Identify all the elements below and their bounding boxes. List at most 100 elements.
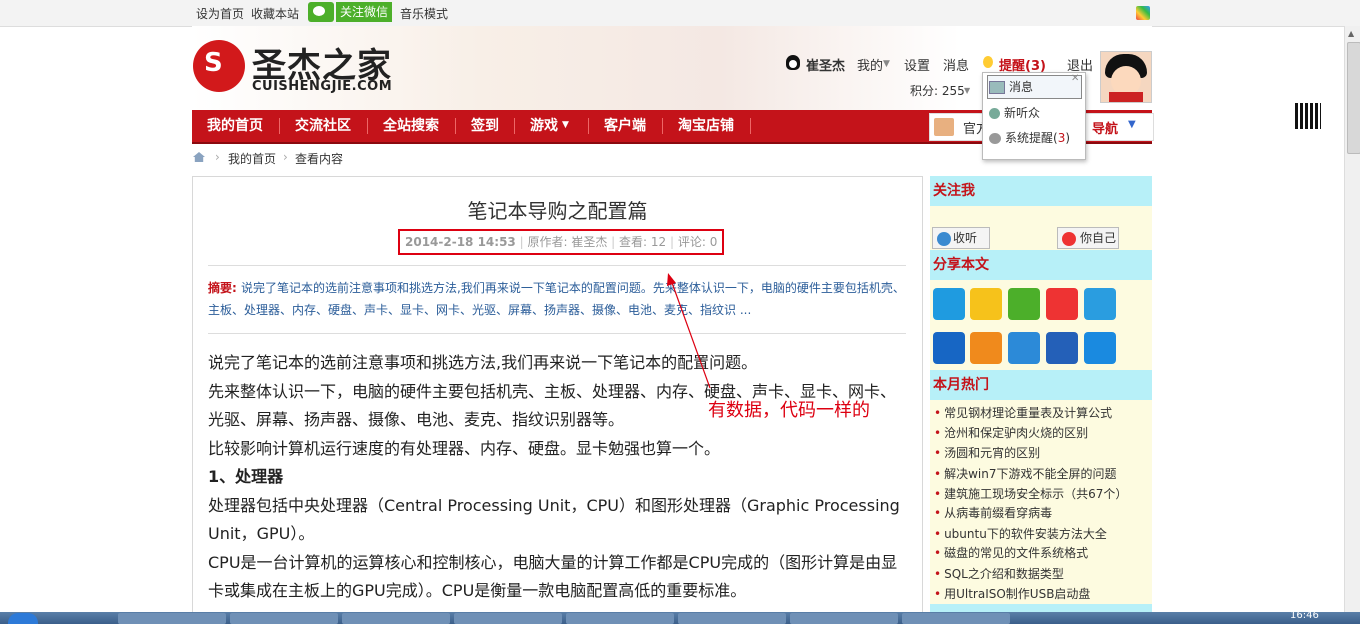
chevron-down-icon: ▼ — [562, 120, 569, 130]
tencent-weibo-share-icon[interactable] — [1084, 288, 1116, 320]
logo-text-en: CUISHENGJIE.COM — [252, 79, 393, 94]
avatar[interactable] — [1100, 51, 1152, 103]
breadcrumb-home[interactable]: 我的首页 — [228, 150, 276, 168]
reminders-popup: ✕ 消息 新听众 系统提醒(3) — [982, 72, 1086, 160]
article-views: 查看: 12 — [619, 235, 667, 249]
navigation-label: 导航 — [1092, 122, 1119, 137]
sidebar: 关注我 收听 你自己 分享本文 本月热门 常见钢材理论重量表及计算公式 沧州和保… — [930, 176, 1152, 612]
article-date: 2014-2-18 14:53 — [405, 235, 516, 249]
listen-button[interactable]: 收听 — [932, 227, 990, 249]
section-heading: 1、处理器 — [208, 467, 284, 486]
wechat-share-icon[interactable] — [1008, 288, 1040, 320]
weibo-follow-button[interactable]: 你自己 — [1057, 227, 1119, 249]
chevron-down-icon: ▼ — [964, 86, 971, 95]
chevron-down-icon: ▼ — [883, 59, 890, 69]
chevron-down-icon: ▼ — [1128, 119, 1136, 130]
summary-text: 说完了笔记本的选前注意事项和挑选方法,我们再来说一下笔记本的配置问题。先来整体认… — [208, 281, 905, 317]
hot-item[interactable]: 沧州和保定驴肉火烧的区别 — [934, 424, 1088, 441]
nav-client[interactable]: 客户端 — [604, 110, 646, 142]
qr-code-icon — [1295, 103, 1321, 129]
start-button[interactable] — [8, 613, 38, 624]
qq-share-icon[interactable] — [933, 288, 965, 320]
taskbar-app[interactable] — [566, 613, 674, 624]
popup-item-messages[interactable]: 消息 — [989, 78, 1033, 95]
breadcrumb-current: 查看内容 — [295, 152, 344, 166]
article-author[interactable]: 原作者: 崔圣杰 — [527, 235, 607, 249]
top-bar: 设为首页 收藏本站 关注微信 音乐模式 — [0, 0, 1360, 27]
more-share-icon[interactable] — [1084, 332, 1116, 364]
scrollbar-thumb[interactable] — [1347, 42, 1360, 154]
tencent-weibo-icon — [937, 231, 951, 246]
taskbar-app[interactable] — [790, 613, 898, 624]
hot-title: 本月热门 — [930, 370, 1152, 400]
hot-item[interactable]: 用UltraISO制作USB启动盘 — [934, 585, 1090, 602]
messages-link[interactable]: 消息 — [943, 55, 969, 74]
hot-item[interactable]: 从病毒前缀看穿病毒 — [934, 504, 1052, 521]
taskbar-app[interactable] — [902, 613, 1010, 624]
nav-home[interactable]: 我的首页 — [207, 110, 263, 142]
points-display[interactable]: 积分: 255 — [910, 82, 965, 99]
tieba-share-icon[interactable] — [1046, 332, 1078, 364]
nav-community[interactable]: 交流社区 — [295, 110, 351, 142]
share-title: 分享本文 — [930, 250, 1152, 280]
paragraph: 说完了笔记本的选前注意事项和挑选方法,我们再来说一下笔记本的配置问题。 — [208, 353, 758, 372]
settings-link[interactable]: 设置 — [904, 55, 930, 74]
follow-wechat-label: 关注微信 — [336, 2, 392, 22]
scrollbar[interactable]: ▲ — [1344, 26, 1360, 612]
article-meta: 2014-2-18 14:53 | 原作者: 崔圣杰 | 查看: 12 | 评论… — [405, 235, 718, 249]
taskbar-clock: 16:46 — [1290, 610, 1319, 621]
logo-mark[interactable]: S — [193, 40, 245, 92]
music-mode-link[interactable]: 音乐模式 — [400, 5, 448, 22]
paragraph: 比较影响计算机运行速度的有处理器、内存、硬盘。显卡勉强也算一个。 — [208, 438, 721, 458]
skin-icon[interactable] — [1136, 6, 1150, 20]
summary-label: 摘要 — [208, 281, 233, 295]
nav-search[interactable]: 全站搜索 — [383, 110, 439, 142]
taskbar-app[interactable] — [678, 613, 786, 624]
huiwan-share-icon[interactable] — [1008, 332, 1040, 364]
username-link[interactable]: 崔圣杰 — [806, 55, 845, 74]
nav-games[interactable]: 游戏 — [530, 110, 558, 142]
article-panel: 笔记本导购之配置篇 2014-2-18 14:53 | 原作者: 崔圣杰 | 查… — [192, 176, 923, 614]
article-body: 说完了笔记本的选前注意事项和挑选方法,我们再来说一下笔记本的配置问题。 先来整体… — [208, 349, 906, 606]
hot-item[interactable]: 常见钢材理论重量表及计算公式 — [934, 404, 1112, 421]
hot-item[interactable]: 汤圆和元宵的区别 — [934, 444, 1040, 461]
close-icon[interactable]: ✕ — [1071, 73, 1079, 84]
mail-icon — [989, 81, 1005, 94]
sina-weibo-icon — [1062, 231, 1076, 246]
taskbar-app[interactable] — [230, 613, 338, 624]
bookmark-link[interactable]: 收藏本站 — [251, 5, 299, 22]
paragraph: 处理器包括中央处理器（Central Processing Unit，CPU）和… — [208, 495, 900, 544]
follow-title: 关注我 — [930, 176, 1152, 206]
bulb-icon — [983, 56, 993, 68]
hot-item[interactable]: 解决win7下游戏不能全屏的问题 — [934, 465, 1116, 482]
hot-item[interactable]: 建筑施工现场安全标示（共67个） — [934, 485, 1127, 502]
article-comments[interactable]: 评论: 0 — [678, 235, 718, 249]
taskbar-app[interactable] — [454, 613, 562, 624]
user-icon — [989, 108, 1000, 119]
follow-wechat-button[interactable]: 关注微信 — [308, 2, 392, 22]
gear-icon — [989, 133, 1001, 144]
set-home-link[interactable]: 设为首页 — [196, 5, 244, 22]
nav-taobao[interactable]: 淘宝店铺 — [678, 110, 734, 142]
my-menu[interactable]: 我的 — [857, 55, 883, 74]
kaixin-share-icon[interactable] — [970, 332, 1002, 364]
hot-item[interactable]: ubuntu下的软件安装方法大全 — [934, 525, 1107, 542]
people-icon — [934, 118, 954, 136]
hot-item[interactable]: SQL之介绍和数据类型 — [934, 565, 1064, 582]
paragraph: CPU是一台计算机的运算核心和控制核心，电脑大量的计算工作都是CPU完成的（图形… — [208, 552, 898, 601]
scroll-up-icon[interactable]: ▲ — [1348, 29, 1354, 38]
nav-signin[interactable]: 签到 — [471, 110, 499, 142]
qzone-share-icon[interactable] — [970, 288, 1002, 320]
wechat-icon — [308, 2, 334, 22]
taskbar-app[interactable] — [342, 613, 450, 624]
home-icon[interactable] — [193, 152, 205, 162]
article-title: 笔记本导购之配置篇 — [467, 199, 648, 223]
annotation-text: 有数据，代码一样的 — [708, 400, 870, 421]
qq-penguin-icon — [786, 55, 800, 70]
renren-share-icon[interactable] — [933, 332, 965, 364]
weibo-share-icon[interactable] — [1046, 288, 1078, 320]
popup-item-new-listeners[interactable]: 新听众 — [989, 104, 1040, 121]
hot-item[interactable]: 磁盘的常见的文件系统格式 — [934, 544, 1088, 561]
taskbar-app[interactable] — [118, 613, 226, 624]
popup-item-system[interactable]: 系统提醒(3) — [989, 129, 1070, 146]
